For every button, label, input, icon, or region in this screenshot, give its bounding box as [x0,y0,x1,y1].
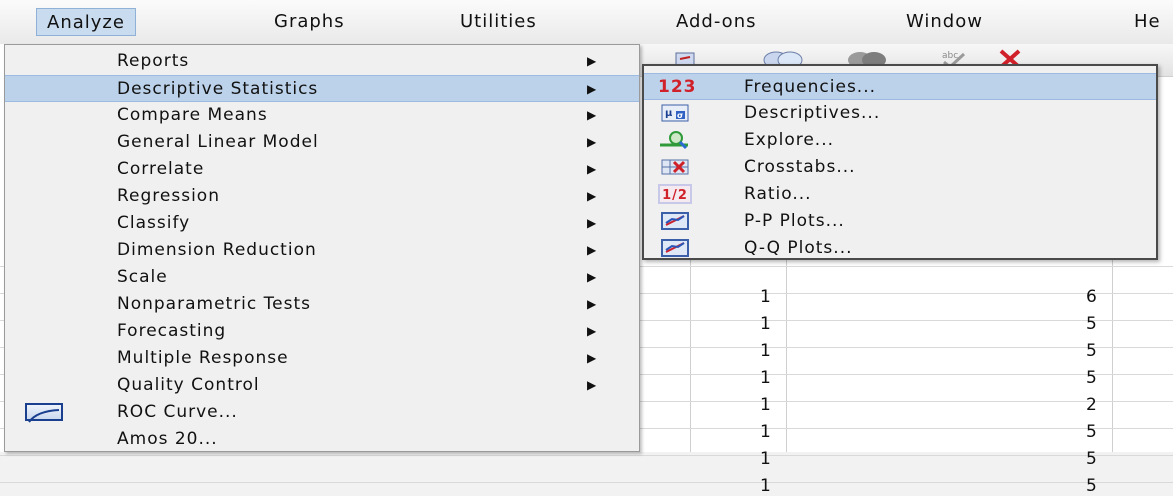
submenu-item-label: Descriptives... [744,103,881,123]
submenu-item-crosstabs[interactable]: Crosstabs... [644,154,1156,181]
analyze-menu-item-classify[interactable]: Classify ▶ [5,210,639,237]
analyze-menu-item-label: Correlate [117,159,205,179]
submenu-item-qq-plots[interactable]: Q-Q Plots... [644,235,1156,262]
submenu-arrow-icon: ▶ [587,189,598,203]
grid-cell[interactable]: 1 [760,395,772,415]
analyze-menu-item-dimension-reduction[interactable]: Dimension Reduction ▶ [5,237,639,264]
crosstabs-icon [661,159,689,175]
grid-cell[interactable]: 6 [1086,287,1098,307]
grid-cell[interactable]: 5 [1086,341,1098,361]
analyze-menu-item-nonparametric-tests[interactable]: Nonparametric Tests ▶ [5,291,639,318]
grid-cell[interactable]: 5 [1086,368,1098,388]
analyze-menu-item-multiple-response[interactable]: Multiple Response ▶ [5,345,639,372]
analyze-menu-item-label: Compare Means [117,105,268,125]
grid-cell[interactable]: 1 [760,449,772,469]
analyze-menu-item-label: Multiple Response [117,348,289,368]
analyze-menu-item-label: Dimension Reduction [117,240,317,260]
submenu-arrow-icon: ▶ [587,378,598,392]
submenu-item-label: Q-Q Plots... [744,238,853,258]
submenu-item-frequencies[interactable]: 123 Frequencies... [644,73,1156,100]
analyze-menu-item-label: Nonparametric Tests [117,294,311,314]
roc-curve-icon [25,403,63,423]
explore-icon [660,131,688,150]
submenu-arrow-icon: ▶ [587,297,598,311]
menu-help[interactable]: He [1124,8,1171,36]
submenu-arrow-icon: ▶ [587,216,598,230]
grid-cell[interactable]: 5 [1086,314,1098,334]
svg-text:μ: μ [665,108,673,119]
analyze-menu-item-label: General Linear Model [117,132,319,152]
menu-window[interactable]: Window [896,8,993,36]
analyze-menu-item-label: Scale [117,267,168,287]
analyze-menu-item-reports[interactable]: Reports ▶ [5,48,639,75]
submenu-arrow-icon: ▶ [587,54,598,68]
analyze-menu-item-quality-control[interactable]: Quality Control ▶ [5,372,639,399]
svg-text:abc: abc [942,51,958,61]
grid-cell[interactable]: 2 [1086,395,1098,415]
pp-plots-icon [661,212,689,230]
frequencies-icon: 123 [658,77,697,97]
analyze-menu: Reports ▶ Descriptive Statistics ▶ Compare M… [4,44,640,452]
analyze-menu-item-descriptive-statistics[interactable]: Descriptive Statistics ▶ [5,75,639,102]
submenu-item-pp-plots[interactable]: P-P Plots... [644,208,1156,235]
analyze-menu-item-label: Regression [117,186,220,206]
submenu-item-label: P-P Plots... [744,211,845,231]
submenu-arrow-icon: ▶ [587,82,598,96]
analyze-menu-item-regression[interactable]: Regression ▶ [5,183,639,210]
submenu-item-ratio[interactable]: 1/2 Ratio... [644,181,1156,208]
menu-utilities[interactable]: Utilities [450,8,547,36]
analyze-menu-item-label: ROC Curve... [117,402,238,422]
grid-cell[interactable]: 5 [1086,422,1098,442]
analyze-menu-item-compare-means[interactable]: Compare Means ▶ [5,102,639,129]
submenu-arrow-icon: ▶ [587,162,598,176]
analyze-menu-item-label: Classify [117,213,191,233]
analyze-menu-item-scale[interactable]: Scale ▶ [5,264,639,291]
submenu-item-label: Explore... [744,130,835,150]
grid-cell[interactable]: 1 [760,314,772,334]
submenu-item-explore[interactable]: Explore... [644,127,1156,154]
analyze-menu-item-correlate[interactable]: Correlate ▶ [5,156,639,183]
svg-text:σ: σ [677,111,684,120]
analyze-menu-item-roc-curve[interactable]: ROC Curve... [5,399,639,426]
submenu-item-descriptives[interactable]: μ σ Descriptives... [644,100,1156,127]
menu-add-ons[interactable]: Add-ons [666,8,766,36]
qq-plots-icon [661,239,689,257]
analyze-menu-item-label: Quality Control [117,375,260,395]
menu-analyze[interactable]: Analyze [36,8,136,36]
grid-cell[interactable]: 1 [760,476,772,496]
submenu-arrow-icon: ▶ [587,324,598,338]
submenu-arrow-icon: ▶ [587,108,598,122]
submenu-arrow-icon: ▶ [587,135,598,149]
grid-cell[interactable]: 1 [760,341,772,361]
submenu-item-label: Ratio... [744,184,812,204]
grid-cell[interactable]: 5 [1086,449,1098,469]
menu-graphs[interactable]: Graphs [264,8,355,36]
analyze-menu-item-label: Descriptive Statistics [117,79,319,99]
grid-cell[interactable]: 1 [760,368,772,388]
ratio-icon: 1/2 [658,184,692,204]
analyze-menu-item-general-linear-model[interactable]: General Linear Model ▶ [5,129,639,156]
analyze-menu-item-label: Reports [117,51,190,71]
submenu-item-label: Crosstabs... [744,157,856,177]
submenu-arrow-icon: ▶ [587,243,598,257]
submenu-arrow-icon: ▶ [587,351,598,365]
menu-bar: Analyze Graphs Utilities Add-ons Window … [0,0,1173,45]
descriptives-icon: μ σ [661,104,689,122]
grid-cell[interactable]: 1 [760,287,772,307]
grid-cell[interactable]: 5 [1086,476,1098,496]
submenu-arrow-icon: ▶ [587,270,598,284]
grid-row-divider [0,455,1173,456]
analyze-menu-item-label: Forecasting [117,321,227,341]
analyze-menu-item-forecasting[interactable]: Forecasting ▶ [5,318,639,345]
grid-cell[interactable]: 1 [760,422,772,442]
analyze-menu-item-label: Amos 20... [117,429,218,449]
grid-row-divider [0,482,1173,483]
descriptive-statistics-submenu: 123 Frequencies... μ σ Descriptives... E… [642,64,1158,260]
submenu-item-label: Frequencies... [744,77,877,97]
analyze-menu-item-amos-20[interactable]: Amos 20... [5,426,639,453]
